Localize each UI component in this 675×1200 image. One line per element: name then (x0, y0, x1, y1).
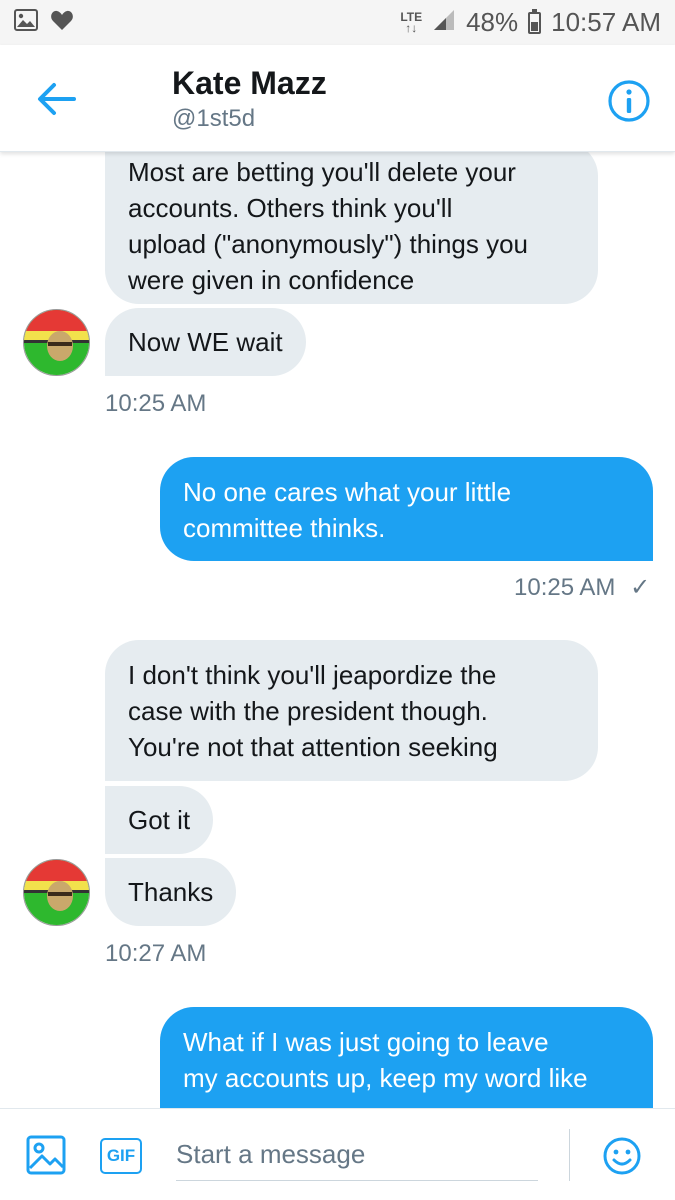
emoji-icon (603, 1137, 641, 1175)
info-icon (608, 80, 650, 122)
message-text: Thanks (128, 877, 214, 907)
sent-check-icon: ✓ (630, 574, 651, 601)
message-line: What if I was just going to leave (183, 1027, 549, 1057)
message-bubble[interactable]: What if I was just going to leave my acc… (160, 1007, 653, 1108)
emoji-button[interactable] (602, 1136, 642, 1176)
contact-handle: @1st5d (172, 105, 256, 132)
conversation-header: Kate Mazz @1st5d (0, 45, 675, 152)
message-bubble[interactable]: Got it (105, 786, 214, 854)
battery-icon (528, 8, 542, 34)
message-bubble[interactable]: I don't think you'll jeapordize the case… (105, 640, 598, 781)
message-line: were given in confidence (128, 265, 415, 295)
status-bar: LTE ↑↓ 48% 10:57 AM (0, 0, 675, 45)
info-button[interactable] (607, 79, 651, 123)
composer-divider (569, 1129, 570, 1181)
conversation-title[interactable]: Kate Mazz @1st5d (172, 63, 327, 135)
gif-button[interactable]: GIF (100, 1138, 142, 1174)
message-text: Got it (128, 805, 191, 835)
message-line: committee thinks. (183, 513, 386, 543)
status-time: 10:57 AM (551, 7, 661, 37)
contact-name: Kate Mazz (172, 65, 327, 101)
message-line: I don't think you'll jeapordize the (128, 660, 497, 690)
timestamp-text: 10:25 AM (514, 574, 616, 601)
message-bubble[interactable]: Most are betting you'll delete your acco… (105, 152, 598, 304)
message-line: case with the president though. (128, 696, 488, 726)
message-line: You're not that attention seeking (128, 732, 498, 762)
message-text: Now WE wait (128, 327, 283, 357)
message-timestamp: 10:25 AM ✓ (514, 573, 650, 602)
message-line: No one cares what your little (183, 477, 512, 507)
message-timestamp: 10:27 AM (105, 940, 207, 967)
heart-icon (50, 9, 74, 36)
avatar[interactable] (23, 309, 90, 376)
signal-icon (432, 7, 456, 38)
image-notification-icon (14, 9, 38, 36)
message-input[interactable] (176, 1129, 538, 1181)
message-line: my accounts up, keep my word like (183, 1063, 588, 1093)
message-bubble[interactable]: Thanks (105, 858, 237, 926)
avatar[interactable] (23, 859, 90, 926)
message-bubble[interactable]: No one cares what your little committee … (160, 457, 653, 561)
image-icon (26, 1135, 66, 1175)
message-bubble[interactable]: Now WE wait (105, 308, 306, 376)
arrow-left-icon (38, 83, 76, 115)
message-timestamp: 10:25 AM (105, 390, 207, 417)
message-line: accounts. Others think you'll (128, 193, 453, 223)
battery-percent: 48% (466, 7, 519, 37)
message-composer: GIF (0, 1108, 675, 1200)
message-line: Most are betting you'll delete your (128, 157, 516, 187)
message-thread[interactable]: Most are betting you'll delete your acco… (0, 152, 675, 1108)
add-media-button[interactable] (26, 1135, 66, 1175)
network-type: LTE ↑↓ (400, 9, 423, 35)
back-button[interactable] (32, 75, 80, 123)
message-line: upload ("anonymously") things you (128, 229, 529, 259)
